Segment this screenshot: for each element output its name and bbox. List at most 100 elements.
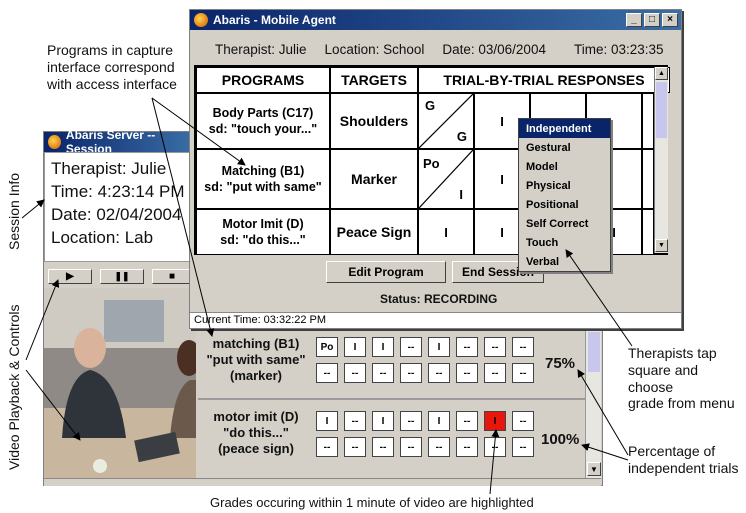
grade-menu: Independent Gestural Model Physical Posi… xyxy=(518,118,611,272)
server-row2-program: motor imit (D) "do this..." (peace sign) xyxy=(213,409,299,456)
menu-item-independent[interactable]: Independent xyxy=(519,119,610,138)
menu-item-physical[interactable]: Physical xyxy=(519,176,610,195)
target-cell[interactable]: Peace Sign xyxy=(330,209,418,255)
trial-cell[interactable]: I xyxy=(428,337,450,357)
table-scroll-thumb[interactable] xyxy=(656,82,667,138)
trial-cell[interactable]: -- xyxy=(484,437,506,457)
response-cell[interactable] xyxy=(642,209,654,255)
trial-cell[interactable]: -- xyxy=(456,337,478,357)
menu-item-positional[interactable]: Positional xyxy=(519,195,610,214)
server-titlebar[interactable]: Abaris Server -- Session xyxy=(44,128,194,156)
abaris-app-icon xyxy=(48,135,61,149)
trial-cell[interactable]: Po xyxy=(316,337,338,357)
server-row1-percent: 75% xyxy=(545,355,576,372)
target-cell[interactable]: Shoulders xyxy=(330,93,418,149)
menu-item-self-correct[interactable]: Self Correct xyxy=(519,214,610,233)
current-time: Current Time: 03:32:22 PM xyxy=(194,314,327,326)
session-info-panel: Therapist: Julie Time: 4:23:14 PM Date: … xyxy=(44,152,194,262)
stop-icon: ■ xyxy=(168,271,176,282)
server-bottom-bar xyxy=(44,478,601,486)
response-cell-split[interactable]: G G xyxy=(418,93,474,149)
mobile-therapist: Therapist: Julie xyxy=(215,42,307,57)
trial-cell[interactable]: -- xyxy=(512,337,534,357)
target-cell[interactable]: Marker xyxy=(330,149,418,209)
server-row-divider xyxy=(198,398,588,400)
server-row2-percent: 100% xyxy=(541,431,580,448)
trial-cell[interactable]: -- xyxy=(400,363,422,383)
response-cell[interactable]: I xyxy=(418,209,474,255)
table-scrollbar[interactable]: ▲ ▼ xyxy=(654,67,668,253)
trial-cell[interactable]: -- xyxy=(512,437,534,457)
trial-cell[interactable]: -- xyxy=(512,363,534,383)
menu-item-touch[interactable]: Touch xyxy=(519,233,610,252)
trial-cell[interactable]: -- xyxy=(484,337,506,357)
server-scrollbar[interactable]: ▼ xyxy=(585,330,601,478)
trial-cell[interactable]: -- xyxy=(344,363,366,383)
trial-cell[interactable]: -- xyxy=(400,337,422,357)
header-targets: TARGETS xyxy=(330,67,418,93)
response-cell[interactable] xyxy=(642,93,654,149)
edit-program-button[interactable]: Edit Program xyxy=(326,261,446,283)
header-programs: PROGRAMS xyxy=(196,67,330,93)
response-cell[interactable] xyxy=(642,149,654,209)
annotation-video-playback: Video Playback & Controls xyxy=(6,304,22,471)
stop-button[interactable]: ■ xyxy=(152,269,192,284)
server-scroll-thumb[interactable] xyxy=(588,332,600,372)
header-responses: TRIAL-BY-TRIAL RESPONSES xyxy=(418,67,670,93)
trial-cell[interactable]: -- xyxy=(456,437,478,457)
pause-button[interactable]: ❚❚ xyxy=(100,269,144,284)
trial-cell[interactable]: -- xyxy=(316,437,338,457)
mobile-location: Location: School xyxy=(324,42,425,57)
trial-cell[interactable]: -- xyxy=(344,411,366,431)
trial-cell[interactable]: -- xyxy=(484,363,506,383)
mobile-date: Date: 03/06/2004 xyxy=(442,42,546,57)
mobile-time: Time: 03:23:35 xyxy=(573,42,664,57)
trial-cell[interactable]: -- xyxy=(372,437,394,457)
trial-cell[interactable]: -- xyxy=(428,437,450,457)
menu-item-gestural[interactable]: Gestural xyxy=(519,138,610,157)
program-cell[interactable]: Body Parts (C17) sd: "touch your..." xyxy=(196,93,330,149)
mobile-titlebar[interactable]: Abaris - Mobile Agent _ □ × xyxy=(190,10,681,30)
trial-cell[interactable]: -- xyxy=(512,411,534,431)
trial-cell[interactable]: I xyxy=(428,411,450,431)
session-date: Date: 02/04/2004 xyxy=(51,205,182,224)
session-time: Time: 4:23:14 PM xyxy=(51,182,185,201)
table-scroll-down-button[interactable]: ▼ xyxy=(655,239,668,252)
maximize-icon: □ xyxy=(648,14,656,25)
minimize-button[interactable]: _ xyxy=(626,13,642,27)
annotation-programs: Programs in capture interface correspond… xyxy=(47,42,177,92)
close-button[interactable]: × xyxy=(662,13,678,27)
table-scroll-up-button[interactable]: ▲ xyxy=(655,67,668,80)
trial-cell[interactable]: -- xyxy=(344,437,366,457)
program-cell[interactable]: Matching (B1) sd: "put with same" xyxy=(196,149,330,209)
play-button[interactable]: ▶ xyxy=(48,269,92,284)
trial-cell[interactable]: -- xyxy=(428,363,450,383)
trial-cell[interactable]: I xyxy=(372,411,394,431)
maximize-button[interactable]: □ xyxy=(644,13,660,27)
trial-cell[interactable]: -- xyxy=(456,411,478,431)
scroll-down-icon: ▼ xyxy=(658,242,665,249)
trial-cell[interactable]: -- xyxy=(372,363,394,383)
server-row1-program: matching (B1) "put with same" (marker) xyxy=(206,336,306,383)
trial-cell-highlighted[interactable]: I xyxy=(484,411,506,431)
annotation-session-info: Session Info xyxy=(6,172,22,250)
menu-item-verbal[interactable]: Verbal xyxy=(519,252,610,271)
server-scroll-down-button[interactable]: ▼ xyxy=(587,462,601,476)
program-cell[interactable]: Motor Imit (D) sd: "do this..." xyxy=(196,209,330,255)
video-frame[interactable] xyxy=(44,288,196,478)
trial-cell[interactable]: -- xyxy=(456,363,478,383)
trial-cell[interactable]: -- xyxy=(400,411,422,431)
session-location: Location: Lab xyxy=(51,228,154,247)
play-icon: ▶ xyxy=(66,271,74,282)
pause-icon: ❚❚ xyxy=(114,271,130,281)
menu-item-model[interactable]: Model xyxy=(519,157,610,176)
window-controls: _ □ × xyxy=(624,13,678,27)
server-row2-cells: I -- I -- I -- I -- -- -- -- -- -- -- --… xyxy=(316,411,540,463)
response-cell-split[interactable]: Po I xyxy=(418,149,474,209)
video-controls: ▶ ❚❚ ■ xyxy=(44,266,194,286)
trial-cell[interactable]: -- xyxy=(400,437,422,457)
trial-cell[interactable]: -- xyxy=(316,363,338,383)
trial-cell[interactable]: I xyxy=(344,337,366,357)
trial-cell[interactable]: I xyxy=(316,411,338,431)
trial-cell[interactable]: I xyxy=(372,337,394,357)
